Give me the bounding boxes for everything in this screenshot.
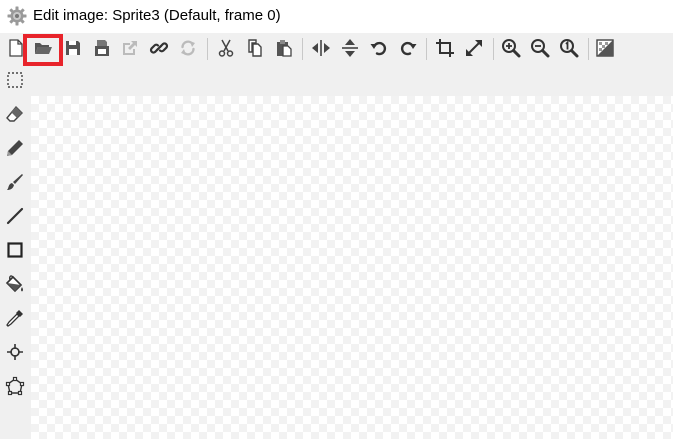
tool-palette xyxy=(0,66,31,439)
brush-icon xyxy=(7,174,23,190)
copy-icon xyxy=(248,39,262,57)
pencil-tool[interactable] xyxy=(3,136,27,160)
open-icon xyxy=(35,43,52,54)
transparency-icon xyxy=(596,39,614,57)
crop-button[interactable] xyxy=(432,35,458,61)
save-icon xyxy=(66,41,80,55)
polygon-icon xyxy=(5,376,25,396)
rotate-left-button[interactable] xyxy=(366,35,392,61)
toolbar-separator xyxy=(426,38,427,60)
rectangle-icon xyxy=(7,242,23,258)
line-tool[interactable] xyxy=(3,204,27,228)
fill-bucket-tool[interactable] xyxy=(3,272,27,296)
pencil-icon xyxy=(7,140,23,156)
flip-vertical-icon xyxy=(342,39,358,57)
flip-horizontal-button[interactable] xyxy=(308,35,334,61)
refresh-button[interactable] xyxy=(175,35,201,61)
transparency-button[interactable] xyxy=(592,35,618,61)
zoom-actual-button[interactable] xyxy=(556,35,582,61)
resize-button[interactable] xyxy=(461,35,487,61)
toolbar-separator xyxy=(302,38,303,60)
paste-button[interactable] xyxy=(271,35,297,61)
polygon-tool[interactable] xyxy=(3,374,27,398)
export-button[interactable] xyxy=(117,35,143,61)
rotate-right-icon xyxy=(400,41,417,56)
line-icon xyxy=(6,207,24,225)
zoom-in-button[interactable] xyxy=(498,35,524,61)
save-as-button[interactable] xyxy=(89,35,115,61)
export-icon xyxy=(123,41,137,55)
rotate-right-button[interactable] xyxy=(395,35,421,61)
resize-icon xyxy=(466,40,482,56)
save-button[interactable] xyxy=(60,35,86,61)
crop-icon xyxy=(436,39,454,57)
cut-icon xyxy=(218,39,234,57)
zoom-actual-icon xyxy=(560,39,579,58)
toolbar-separator xyxy=(493,38,494,60)
toolbar-separator xyxy=(207,38,208,60)
zoom-out-icon xyxy=(531,39,550,58)
fill-bucket-icon xyxy=(5,275,23,293)
flip-horizontal-icon xyxy=(312,40,330,56)
flip-vertical-button[interactable] xyxy=(337,35,363,61)
rectangle-tool[interactable] xyxy=(3,238,27,262)
cut-button[interactable] xyxy=(213,35,239,61)
title-bar: Edit image: Sprite3 (Default, frame 0) xyxy=(0,0,673,33)
brush-tool[interactable] xyxy=(3,170,27,194)
toolbar xyxy=(0,33,673,66)
eraser-icon xyxy=(6,105,23,122)
copy-button[interactable] xyxy=(242,35,268,61)
link-icon xyxy=(149,42,169,54)
open-button[interactable] xyxy=(30,35,56,61)
toolbar-separator xyxy=(588,38,589,60)
gear-icon xyxy=(7,6,27,26)
save-as-icon xyxy=(95,40,109,56)
origin-tool[interactable] xyxy=(3,340,27,364)
window-title: Edit image: Sprite3 (Default, frame 0) xyxy=(33,7,281,24)
image-canvas[interactable] xyxy=(31,96,673,439)
link-button[interactable] xyxy=(146,35,172,61)
select-rect-icon xyxy=(7,72,23,88)
zoom-in-icon xyxy=(502,39,521,58)
color-picker-tool[interactable] xyxy=(3,306,27,330)
eraser-tool[interactable] xyxy=(3,102,27,126)
refresh-icon xyxy=(181,40,195,56)
rotate-left-icon xyxy=(370,41,387,56)
select-rect-tool[interactable] xyxy=(3,68,27,92)
origin-icon xyxy=(7,344,23,360)
color-picker-icon xyxy=(6,310,23,327)
zoom-out-button[interactable] xyxy=(527,35,553,61)
paste-icon xyxy=(277,40,292,57)
